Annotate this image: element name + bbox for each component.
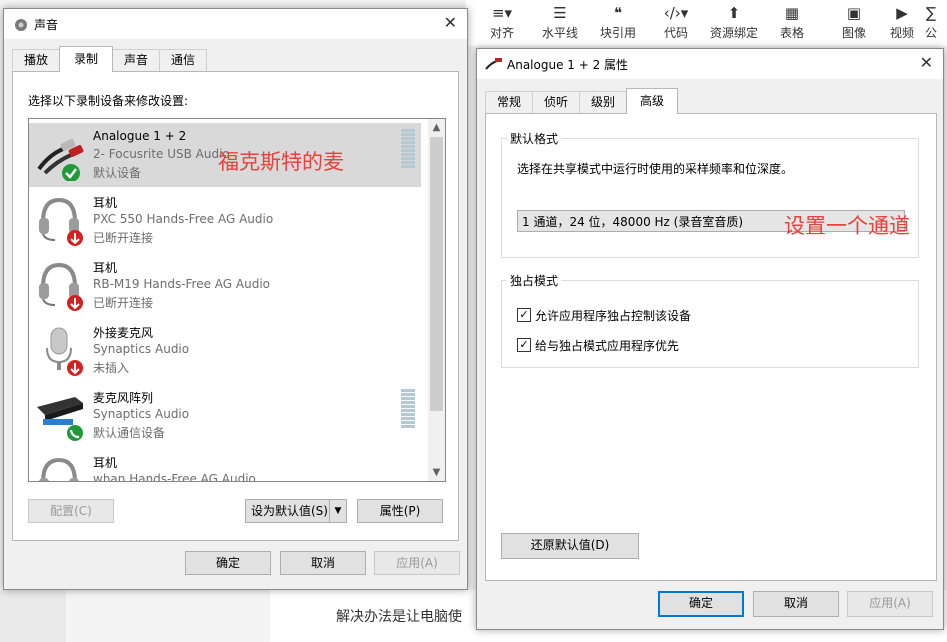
tab-general[interactable]: 常规 — [485, 91, 533, 113]
properties-button[interactable]: 属性(P) — [357, 499, 443, 523]
device-list-scrollbar[interactable]: ▲ ▼ — [428, 119, 445, 481]
device-name: 外接麦克风 — [93, 326, 154, 340]
device-name: 耳机 — [93, 196, 118, 210]
scroll-thumb[interactable] — [430, 137, 443, 411]
device-status: 默认设备 — [93, 166, 142, 180]
headset-icon — [39, 457, 79, 481]
annotation-focusrite: 福克斯特的麦 — [218, 150, 344, 174]
code-icon: ‹/›▾ — [663, 4, 689, 22]
tab-advanced[interactable]: 高级 — [626, 88, 678, 114]
restore-defaults-button[interactable]: 还原默认值(D) — [501, 533, 639, 559]
rca-cable-icon — [37, 139, 84, 181]
microphone-icon — [46, 327, 83, 376]
toolbar-quote[interactable]: ❝ 块引用 — [590, 2, 646, 41]
allow-exclusive-checkbox[interactable]: ✓ — [517, 308, 531, 322]
editor-body-text: 解决办法是让电脑使 — [336, 609, 462, 625]
table-icon: ▦ — [784, 4, 800, 22]
align-icon: ≡▾ — [491, 4, 513, 22]
default-format-description: 选择在共享模式中运行时使用的采样频率和位深度。 — [517, 162, 794, 176]
rca-cable-icon — [485, 58, 502, 70]
device-driver: PXC 550 Hands-Free AG Audio — [93, 212, 274, 226]
properties-titlebar: Analogue 1 + 2 属性 ✕ — [477, 49, 943, 79]
device-row[interactable]: 麦克风阵列 Synaptics Audio 默认通信设备 — [29, 383, 421, 447]
annotation-one-channel: 设置一个通道 — [784, 214, 910, 238]
sound-ok-button[interactable]: 确定 — [185, 551, 271, 575]
exclusive-priority-checkbox[interactable]: ✓ — [517, 338, 531, 352]
headset-icon — [39, 197, 83, 246]
level-meter — [401, 129, 415, 168]
device-driver: RB-M19 Hands-Free AG Audio — [93, 277, 271, 291]
properties-ok-button[interactable]: 确定 — [658, 591, 744, 617]
sound-titlebar: 声音 ✕ — [4, 9, 467, 39]
exclusive-mode-group — [501, 280, 919, 368]
mic-array-icon — [37, 397, 83, 441]
tab-communications[interactable]: 通信 — [159, 49, 207, 71]
device-status: 已断开连接 — [93, 296, 154, 310]
sound-cancel-button[interactable]: 取消 — [280, 551, 366, 575]
properties-apply-button[interactable]: 应用(A) — [847, 591, 933, 617]
device-row[interactable]: 耳机 whan Hands-Free AG Audio — [29, 448, 421, 482]
chevron-down-icon[interactable]: ▼ — [329, 500, 346, 522]
device-driver: whan Hands-Free AG Audio — [93, 472, 256, 482]
set-default-label: 设为默认值(S) — [251, 504, 328, 518]
tab-recording[interactable]: 录制 — [59, 46, 113, 72]
properties-title: Analogue 1 + 2 属性 — [507, 58, 629, 72]
toolbar-formula[interactable]: ∑ 公 — [916, 2, 946, 41]
device-name: 耳机 — [93, 456, 118, 470]
tab-sounds[interactable]: 声音 — [112, 49, 160, 71]
default-format-group — [501, 138, 919, 258]
quote-icon: ❝ — [613, 4, 623, 22]
close-icon[interactable]: ✕ — [920, 53, 933, 72]
device-row[interactable]: 外接麦克风 Synaptics Audio 未插入 — [29, 318, 421, 382]
device-status: 默认通信设备 — [93, 426, 166, 440]
editor-toolbar: ≡▾ 对齐 ☰ 水平线 ❝ 块引用 ‹/›▾ 代码 ⬆ 资源绑定 ▦ 表格 ▣ 图像 ▶ 视频 … — [466, 0, 947, 46]
allow-exclusive-label: 允许应用程序独占控制该设备 — [535, 309, 692, 323]
headset-icon — [39, 262, 83, 311]
sound-apply-button[interactable]: 应用(A) — [374, 551, 460, 575]
set-default-button[interactable]: 设为默认值(S) ▼ — [245, 499, 347, 523]
tab-levels[interactable]: 级别 — [579, 91, 627, 113]
horizontal-line-icon: ☰ — [553, 4, 567, 22]
device-driver: Synaptics Audio — [93, 342, 190, 356]
formula-icon: ∑ — [925, 4, 937, 22]
device-driver: Synaptics Audio — [93, 407, 190, 421]
device-status: 已断开连接 — [93, 231, 154, 245]
instruction-text: 选择以下录制设备来修改设置: — [28, 94, 189, 108]
advanced-panel: 默认格式 选择在共享模式中运行时使用的采样频率和位深度。 1 通道，24 位，4… — [485, 113, 937, 581]
scroll-up-icon[interactable]: ▲ — [428, 119, 445, 136]
device-name: 麦克风阵列 — [93, 391, 154, 405]
properties-cancel-button[interactable]: 取消 — [753, 591, 839, 617]
configure-button[interactable]: 配置(C) — [28, 499, 114, 523]
editor-side-strip — [0, 590, 66, 642]
sound-title: 声音 — [34, 18, 59, 32]
speaker-icon — [15, 19, 27, 31]
exclusive-priority-label: 给与独占模式应用程序优先 — [535, 339, 680, 353]
tab-playback[interactable]: 播放 — [12, 49, 60, 71]
scroll-down-icon[interactable]: ▼ — [428, 464, 445, 481]
device-name: 耳机 — [93, 261, 118, 275]
close-icon[interactable]: ✕ — [444, 13, 457, 32]
level-meter — [401, 389, 415, 428]
resource-icon: ⬆ — [727, 4, 741, 22]
device-row[interactable]: 耳机 RB-M19 Hands-Free AG Audio 已断开连接 — [29, 253, 421, 317]
toolbar-align[interactable]: ≡▾ 对齐 — [474, 2, 530, 41]
exclusive-mode-label: 独占模式 — [507, 272, 562, 289]
device-name: Analogue 1 + 2 — [93, 129, 187, 143]
device-driver: 2- Focusrite USB Audio — [93, 147, 230, 161]
tab-listen[interactable]: 侦听 — [532, 91, 580, 113]
device-status: 未插入 — [93, 361, 130, 375]
toolbar-code[interactable]: ‹/›▾ 代码 — [648, 2, 704, 41]
default-format-label: 默认格式 — [507, 130, 562, 147]
device-row[interactable]: 耳机 PXC 550 Hands-Free AG Audio 已断开连接 — [29, 188, 421, 252]
toolbar-horizontal-line[interactable]: ☰ 水平线 — [532, 2, 588, 41]
toolbar-table[interactable]: ▦ 表格 — [764, 2, 820, 41]
toolbar-resource[interactable]: ⬆ 资源绑定 — [706, 2, 762, 41]
